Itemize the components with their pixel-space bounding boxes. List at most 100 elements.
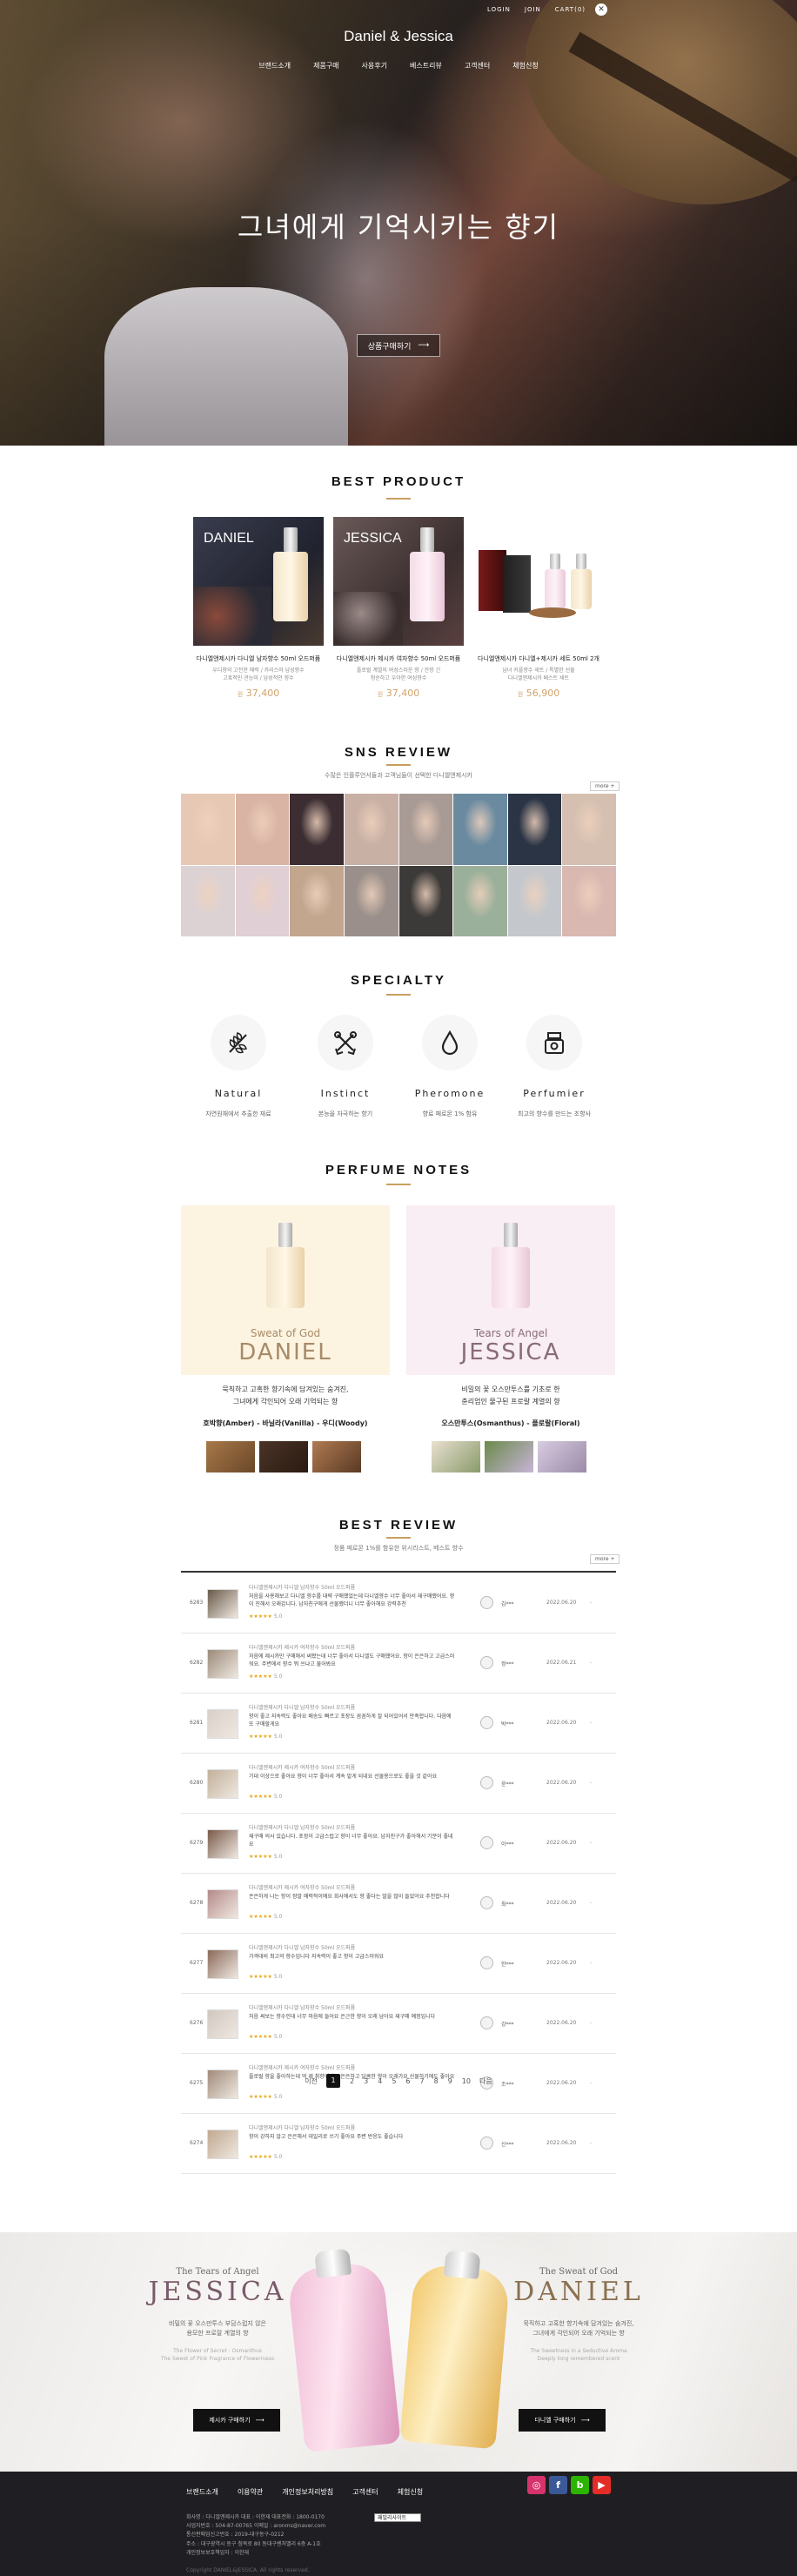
vanilla-image [259, 1441, 308, 1472]
review-thumbnail[interactable] [207, 1709, 238, 1739]
footer-link-brand[interactable]: 브랜드소개 [186, 2487, 218, 2497]
footer-link-support[interactable]: 고객센터 [352, 2487, 378, 2497]
buy-daniel-button[interactable]: 다니엘 구매하기 ⟶ [519, 2409, 606, 2432]
review-row[interactable]: 6282 다니엘앤제시카 제시카 여자향수 50ml 오드퍼퓸 처음에 제시카만 구… [181, 1633, 616, 1694]
sns-photo[interactable] [344, 865, 398, 936]
nav-item-best-review[interactable]: 베스트리뷰 [410, 61, 442, 70]
family-site-select[interactable]: 패밀리사이트 [374, 2513, 421, 2522]
nav-item-brand[interactable]: 브랜드소개 [258, 61, 291, 70]
youtube-icon[interactable]: ▶ [593, 2476, 611, 2494]
footer-link-trial[interactable]: 체험신청 [398, 2487, 423, 2497]
sns-photo[interactable] [344, 794, 398, 865]
review-row[interactable]: 6277 다니엘앤제시카 다니엘 남자향수 50ml 오드퍼퓸 가격대비 최고의 향… [181, 1934, 616, 1994]
nav-item-reviews[interactable]: 사용후기 [362, 61, 387, 70]
best-product-title: BEST PRODUCT [331, 474, 466, 489]
product-card-set[interactable]: 다니엘앤제시카 다니엘+제시카 세트 50ml 2개 남녀 커플향수 세트 / … [473, 517, 604, 699]
review-extra: - [590, 1900, 593, 1906]
review-date: 2022.06.20 [546, 2020, 577, 2026]
next-page-button[interactable]: 다음 [479, 2076, 492, 2086]
hero-buy-button[interactable]: 상품구매하기 ⟶ [357, 334, 440, 357]
review-thumbnail[interactable] [207, 1949, 238, 1979]
review-thumbnail[interactable] [207, 1889, 238, 1919]
specialty-perfumier: Perfumier 최고의 향수를 만드는 조향사 [506, 1015, 602, 1118]
sns-photo[interactable] [181, 865, 235, 936]
product-price: 원 37,400 [237, 688, 280, 699]
review-date: 2022.06.20 [546, 1900, 577, 1906]
review-thumbnail[interactable] [207, 1769, 238, 1799]
page-number[interactable]: 9 [448, 2077, 452, 2085]
sns-photo[interactable] [290, 865, 344, 936]
review-row[interactable]: 6274 다니엘앤제시카 다니엘 남자향수 50ml 오드퍼퓸 향이 강하지 않고 … [181, 2114, 616, 2174]
title-divider [386, 1184, 411, 1185]
page-number[interactable]: 7 [420, 2077, 425, 2085]
review-number: 6283 [190, 1600, 204, 1606]
review-text: 은은하게 나는 향이 정말 매력적이에요 회사에서도 향 좋다는 말을 많이 들… [249, 1894, 450, 1900]
sns-photo[interactable] [235, 794, 290, 865]
page-number[interactable]: 2 [350, 2077, 354, 2085]
product-image[interactable]: DANIEL [193, 517, 324, 646]
sns-photo[interactable] [453, 794, 507, 865]
review-extra: - [590, 1660, 593, 1666]
product-card-jessica[interactable]: JESSICA 다니엘앤제시카 제시카 여자향수 50ml 오드퍼퓸 플로럴 계… [333, 517, 464, 699]
review-row[interactable]: 6278 다니엘앤제시카 제시카 여자향수 50ml 오드퍼퓸 은은하게 나는 향이… [181, 1874, 616, 1934]
facebook-icon[interactable]: f [549, 2476, 567, 2494]
footer-link-terms[interactable]: 이용약관 [238, 2487, 263, 2497]
avatar [480, 2137, 493, 2150]
review-row[interactable]: 6280 다니엘앤제시카 제시카 여자향수 50ml 오드퍼퓸 기대 이상으로 좋아… [181, 1754, 616, 1814]
blog-icon[interactable]: b [571, 2476, 589, 2494]
best-review-subtitle: 정품 페로몬 1%를 함유한 위시리스트, 베스트 향수 [333, 1545, 464, 1552]
sns-photo[interactable] [562, 794, 616, 865]
sns-photo[interactable] [181, 794, 235, 865]
sns-photo[interactable] [507, 865, 562, 936]
review-number: 6279 [190, 1840, 204, 1846]
nav-item-support[interactable]: 고객센터 [465, 61, 490, 70]
product-card-daniel[interactable]: DANIEL 다니엘앤제시카 다니엘 남자향수 50ml 오드퍼퓸 우디향의 고… [193, 517, 324, 699]
review-row[interactable]: 6279 다니엘앤제시카 다니엘 남자향수 50ml 오드퍼퓸 재구매 의사 있습니… [181, 1814, 616, 1874]
review-row[interactable]: 6281 다니엘앤제시카 다니엘 남자향수 50ml 오드퍼퓸 향이 좋고 지속력도… [181, 1694, 616, 1754]
note-subtitle: Sweat of God [250, 1327, 321, 1339]
review-user: 이*** [501, 1841, 514, 1848]
page-number[interactable]: 3 [364, 2077, 368, 2085]
footer-link-privacy[interactable]: 개인정보처리방침 [282, 2487, 333, 2497]
product-image[interactable] [473, 517, 604, 646]
close-icon[interactable]: ✕ [595, 3, 607, 16]
product-image[interactable]: JESSICA [333, 517, 464, 646]
best-review-title: BEST REVIEW [338, 1518, 459, 1533]
page-number[interactable]: 1 [326, 2074, 341, 2088]
sns-photo[interactable] [398, 865, 453, 936]
avatar [480, 1656, 493, 1669]
review-row[interactable]: 6283 다니엘앤제시카 다니엘 남자향수 50ml 오드퍼퓸 처음을 사용해보고 … [181, 1573, 616, 1633]
sns-photo[interactable] [235, 865, 290, 936]
join-link[interactable]: JOIN [525, 6, 541, 13]
buy-jessica-button[interactable]: 제시카 구매하기 ⟶ [193, 2409, 280, 2432]
review-more-button[interactable]: more + [590, 1554, 620, 1564]
sns-photo[interactable] [398, 794, 453, 865]
page-number[interactable]: 6 [405, 2077, 410, 2085]
review-thumbnail[interactable] [207, 1589, 238, 1619]
sns-photo[interactable] [507, 794, 562, 865]
instagram-icon[interactable]: ◎ [527, 2476, 546, 2494]
prev-page-button[interactable]: 이전 [305, 2076, 318, 2086]
cart-link[interactable]: CART(0) [555, 6, 586, 13]
review-thumbnail[interactable] [207, 2009, 238, 2039]
nav-item-shop[interactable]: 제품구매 [313, 61, 338, 70]
page-number[interactable]: 4 [378, 2077, 382, 2085]
page-number[interactable]: 5 [392, 2077, 396, 2085]
login-link[interactable]: LOGIN [487, 6, 511, 13]
review-date: 2022.06.20 [546, 1840, 577, 1846]
page-number[interactable]: 8 [434, 2077, 439, 2085]
nav-item-trial[interactable]: 체험신청 [512, 61, 538, 70]
sns-more-button[interactable]: more + [590, 782, 620, 791]
page-number[interactable]: 10 [462, 2077, 471, 2085]
review-row[interactable]: 6276 다니엘앤제시카 다니엘 남자향수 50ml 오드퍼퓸 처음 써보는 향수인… [181, 1994, 616, 2054]
sns-photo[interactable] [453, 865, 507, 936]
sns-photo[interactable] [290, 794, 344, 865]
review-thumbnail[interactable] [207, 1649, 238, 1679]
review-thumbnail[interactable] [207, 2130, 238, 2159]
brand-logo[interactable]: Daniel & Jessica [0, 28, 797, 45]
review-text: 가격대비 최고의 향수입니다 지속력이 좋고 향이 고급스러워요 [249, 1954, 384, 1960]
review-thumbnail[interactable] [207, 1829, 238, 1859]
sns-photo[interactable] [562, 865, 616, 936]
review-user: 박*** [501, 1721, 514, 1727]
review-user: 최*** [501, 1902, 514, 1908]
